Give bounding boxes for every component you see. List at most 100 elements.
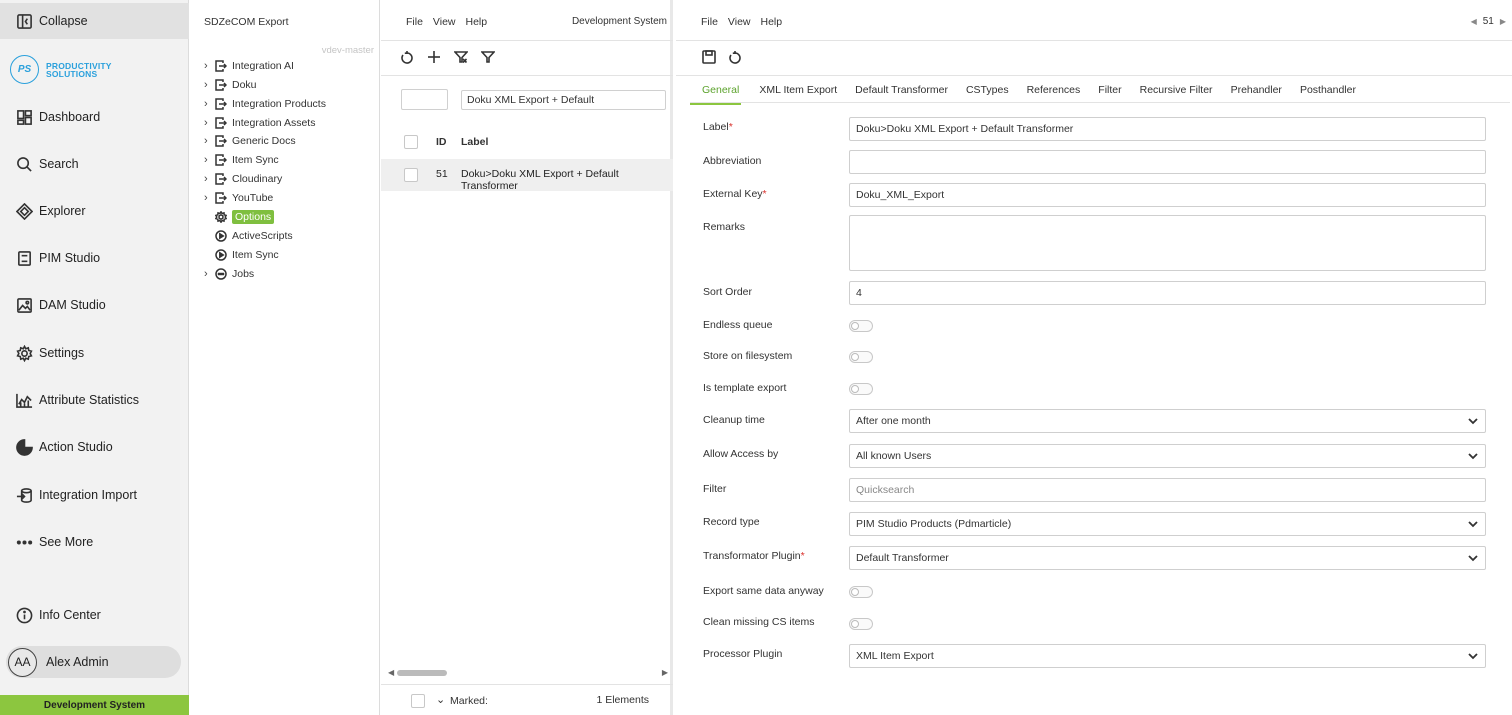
- sidebar-item-search[interactable]: Search: [0, 146, 189, 182]
- sort-order-input[interactable]: [849, 281, 1486, 305]
- refresh-button[interactable]: [398, 49, 416, 67]
- tree-node[interactable]: › Generic Docs: [204, 132, 296, 150]
- scroll-left-icon[interactable]: ◀: [388, 668, 394, 677]
- chevron-right-icon[interactable]: ›: [204, 117, 214, 129]
- processor-plugin-select[interactable]: XML Item Export: [849, 644, 1486, 668]
- processor-plugin-field-label: Processor Plugin: [703, 648, 783, 660]
- tree-node-label: Generic Docs: [232, 135, 296, 147]
- tree-node[interactable]: › Cloudinary: [204, 170, 282, 188]
- tree-panel: SDZeCOM Export vdev-master › Integration…: [190, 0, 380, 715]
- allow-access-by-select[interactable]: All known Users: [849, 444, 1486, 468]
- clean-missing-cs-items-toggle[interactable]: [849, 618, 873, 630]
- chevron-down-icon: [1468, 418, 1478, 425]
- filter-button[interactable]: [479, 48, 497, 66]
- sidebar-item-action-studio[interactable]: Action Studio: [0, 429, 189, 465]
- row-id: 51: [436, 168, 448, 180]
- chevron-right-icon[interactable]: ›: [204, 98, 214, 110]
- external-key-input[interactable]: [849, 183, 1486, 207]
- chevron-right-icon[interactable]: ›: [204, 154, 214, 166]
- chevron-down-icon[interactable]: ⌄: [436, 693, 445, 706]
- detail-panel: File View Help ◀ 51 ▶ General XML Item E…: [676, 0, 1512, 715]
- chevron-right-icon[interactable]: ›: [204, 173, 214, 185]
- row-label: Doku>Doku XML Export + Default Transform…: [461, 168, 619, 192]
- chevron-right-icon[interactable]: ›: [204, 79, 214, 91]
- chevron-down-icon: [1468, 653, 1478, 660]
- save-button[interactable]: [700, 48, 718, 66]
- sidebar-item-pim-studio[interactable]: PIM Studio: [0, 240, 189, 276]
- tree-node[interactable]: ActiveScripts: [204, 227, 293, 245]
- tree-node-label: Item Sync: [232, 154, 279, 166]
- filter-quicksearch-input[interactable]: [849, 478, 1486, 502]
- element-count: 1 Elements: [596, 694, 649, 706]
- action-studio-icon: [15, 438, 33, 456]
- record-type-select[interactable]: PIM Studio Products (Pdmarticle): [849, 512, 1486, 536]
- tree-node[interactable]: › Integration AI: [204, 57, 294, 75]
- cleanup-time-select[interactable]: After one month: [849, 409, 1486, 433]
- sidebar-item-settings[interactable]: Settings: [0, 335, 189, 371]
- scrollbar-thumb[interactable]: [397, 670, 447, 676]
- endless-queue-toggle[interactable]: [849, 320, 873, 332]
- tree-node[interactable]: › Item Sync: [204, 151, 279, 169]
- previous-record-icon[interactable]: ◀: [1471, 17, 1477, 26]
- label-field-label: Label: [703, 121, 729, 133]
- productivity-solutions-logo[interactable]: PS PRODUCTIVITY SOLUTIONS: [10, 55, 112, 84]
- sidebar-item-explorer[interactable]: Explorer: [0, 193, 189, 229]
- menu-file[interactable]: File: [701, 16, 718, 28]
- tree-node-selected[interactable]: Options: [204, 208, 275, 226]
- refresh-icon: [729, 51, 741, 64]
- chevron-right-icon[interactable]: ›: [204, 192, 214, 204]
- tree-node-label: Integration AI: [232, 60, 294, 72]
- column-header-id[interactable]: ID: [436, 136, 447, 148]
- chevron-right-icon[interactable]: ›: [204, 268, 214, 280]
- divider: [676, 40, 1512, 41]
- plus-icon: [428, 51, 440, 63]
- chevron-right-icon[interactable]: ›: [204, 135, 214, 147]
- menu-view[interactable]: View: [433, 16, 456, 28]
- abbreviation-input[interactable]: [849, 150, 1486, 174]
- sort-order-field-label: Sort Order: [703, 286, 753, 298]
- sidebar-item-dashboard[interactable]: Dashboard: [0, 99, 189, 135]
- processor-plugin-value: XML Item Export: [856, 650, 934, 662]
- remarks-textarea[interactable]: [849, 215, 1486, 271]
- tree-node[interactable]: › YouTube: [204, 189, 273, 207]
- transformator-plugin-select[interactable]: Default Transformer: [849, 546, 1486, 570]
- menu-help[interactable]: Help: [761, 16, 783, 28]
- next-record-icon[interactable]: ▶: [1500, 17, 1506, 26]
- collapse-button[interactable]: Collapse: [0, 3, 189, 39]
- divider: [381, 40, 673, 41]
- tree-node[interactable]: Item Sync: [204, 246, 279, 264]
- menu-view[interactable]: View: [728, 16, 751, 28]
- sidebar-item-info-center[interactable]: Info Center: [0, 597, 189, 633]
- add-button[interactable]: [425, 48, 443, 66]
- id-filter-input[interactable]: [401, 89, 448, 110]
- label-filter-input[interactable]: [461, 90, 666, 110]
- is-template-export-toggle[interactable]: [849, 383, 873, 395]
- horizontal-scrollbar[interactable]: ◀ ▶: [388, 667, 668, 679]
- user-menu-button[interactable]: AA Alex Admin: [6, 646, 181, 678]
- export-same-data-field-label: Export same data anyway: [703, 585, 824, 597]
- row-checkbox[interactable]: [404, 168, 418, 182]
- export-same-data-toggle[interactable]: [849, 586, 873, 598]
- label-input[interactable]: [849, 117, 1486, 141]
- tree-node[interactable]: › Doku: [204, 76, 257, 94]
- store-on-filesystem-field-label: Store on filesystem: [703, 350, 793, 362]
- sidebar-item-attribute-statistics[interactable]: Attribute Statistics: [0, 382, 189, 418]
- tree-node[interactable]: › Integration Products: [204, 95, 326, 113]
- menu-file[interactable]: File: [406, 16, 423, 28]
- sidebar-item-dam-studio[interactable]: DAM Studio: [0, 287, 189, 323]
- clear-filter-button[interactable]: [452, 48, 470, 66]
- chevron-right-icon[interactable]: ›: [204, 60, 214, 72]
- sidebar-item-see-more[interactable]: See More: [0, 524, 189, 560]
- tree-node[interactable]: › Integration Assets: [204, 114, 315, 132]
- marked-checkbox[interactable]: [411, 694, 425, 708]
- store-on-filesystem-toggle[interactable]: [849, 351, 873, 363]
- sidebar-item-integration-import[interactable]: Integration Import: [0, 477, 189, 513]
- column-header-label[interactable]: Label: [461, 136, 488, 148]
- tree-node[interactable]: › Jobs: [204, 265, 254, 283]
- export-icon: [214, 153, 228, 167]
- reload-button[interactable]: [726, 49, 744, 67]
- sidebar-item-label: PIM Studio: [39, 251, 101, 265]
- menu-help[interactable]: Help: [466, 16, 488, 28]
- select-all-checkbox[interactable]: [404, 135, 418, 149]
- scroll-right-icon[interactable]: ▶: [662, 668, 668, 677]
